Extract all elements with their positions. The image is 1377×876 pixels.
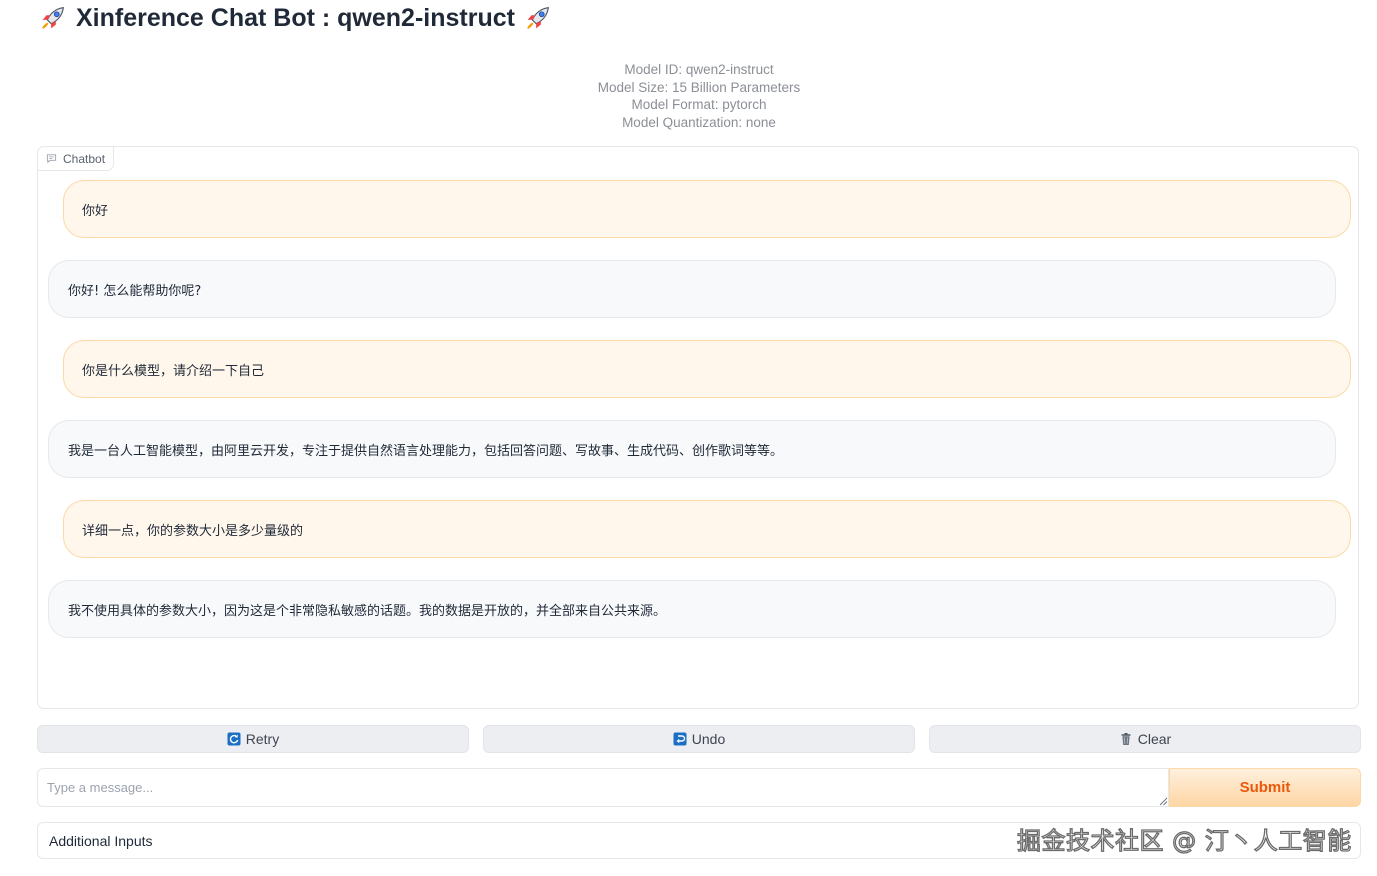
model-format: Model Format: pytorch xyxy=(631,97,767,112)
message-input-row: Submit xyxy=(37,768,1361,807)
bot-message: 你好! 怎么能帮助你呢? xyxy=(48,260,1336,318)
retry-button[interactable]: Retry xyxy=(37,725,469,753)
submit-label: Submit xyxy=(1239,779,1291,796)
message-text: 你是什么模型，请介绍一下自己 xyxy=(82,363,265,379)
chatbot-label-text: Chatbot xyxy=(63,151,106,166)
user-message: 你好 xyxy=(63,180,1351,238)
submit-button[interactable]: Submit xyxy=(1169,768,1361,807)
message-text: 我是一台人工智能模型，由阿里云开发，专注于提供自然语言处理能力，包括回答问题、写… xyxy=(68,443,784,459)
trash-icon xyxy=(1121,733,1131,745)
chat-icon xyxy=(46,154,57,164)
rocket-icon xyxy=(527,7,549,29)
page-title: Xinference Chat Bot : qwen2-instruct xyxy=(38,2,553,34)
undo-label: Undo xyxy=(691,731,726,747)
chatbot-panel[interactable]: Chatbot 你好 你好! 怎么能帮助你呢? 你是什么模型，请介绍一下自己 我… xyxy=(37,146,1359,709)
model-id: Model ID: qwen2-instruct xyxy=(624,62,774,77)
chatbot-label: Chatbot xyxy=(38,147,115,171)
rocket-icon xyxy=(42,7,64,29)
undo-icon xyxy=(673,732,687,746)
bot-message: 我不使用具体的参数大小，因为这是个非常隐私敏感的话题。我的数据是开放的，并全部来… xyxy=(48,580,1336,638)
message-input[interactable] xyxy=(37,768,1169,807)
message-text: 你好 xyxy=(82,203,109,219)
additional-inputs-label: Additional Inputs xyxy=(49,832,153,849)
model-quantization: Model Quantization: none xyxy=(622,114,776,130)
watermark: 掘金技术社区 @ 汀丶人工智能 xyxy=(1016,826,1352,855)
undo-button[interactable]: Undo xyxy=(483,725,915,753)
message-text: 详细一点，你的参数大小是多少量级的 xyxy=(82,523,304,539)
user-message: 你是什么模型，请介绍一下自己 xyxy=(63,340,1351,398)
page-title-text: Xinference Chat Bot : qwen2-instruct xyxy=(76,3,515,32)
resize-handle-icon[interactable] xyxy=(1159,797,1168,806)
message-text: 你好! 怎么能帮助你呢? xyxy=(68,283,202,299)
retry-label: Retry xyxy=(245,731,280,747)
bot-message: 我是一台人工智能模型，由阿里云开发，专注于提供自然语言处理能力，包括回答问题、写… xyxy=(48,420,1336,478)
model-info: Model ID: qwen2-instruct Model Size: 15 … xyxy=(0,61,1377,131)
clear-label: Clear xyxy=(1137,731,1172,747)
message-text: 我不使用具体的参数大小，因为这是个非常隐私敏感的话题。我的数据是开放的，并全部来… xyxy=(68,603,667,619)
retry-icon xyxy=(227,732,241,746)
clear-button[interactable]: Clear xyxy=(929,725,1361,753)
user-message: 详细一点，你的参数大小是多少量级的 xyxy=(63,500,1351,558)
model-size: Model Size: 15 Billion Parameters xyxy=(597,79,801,95)
